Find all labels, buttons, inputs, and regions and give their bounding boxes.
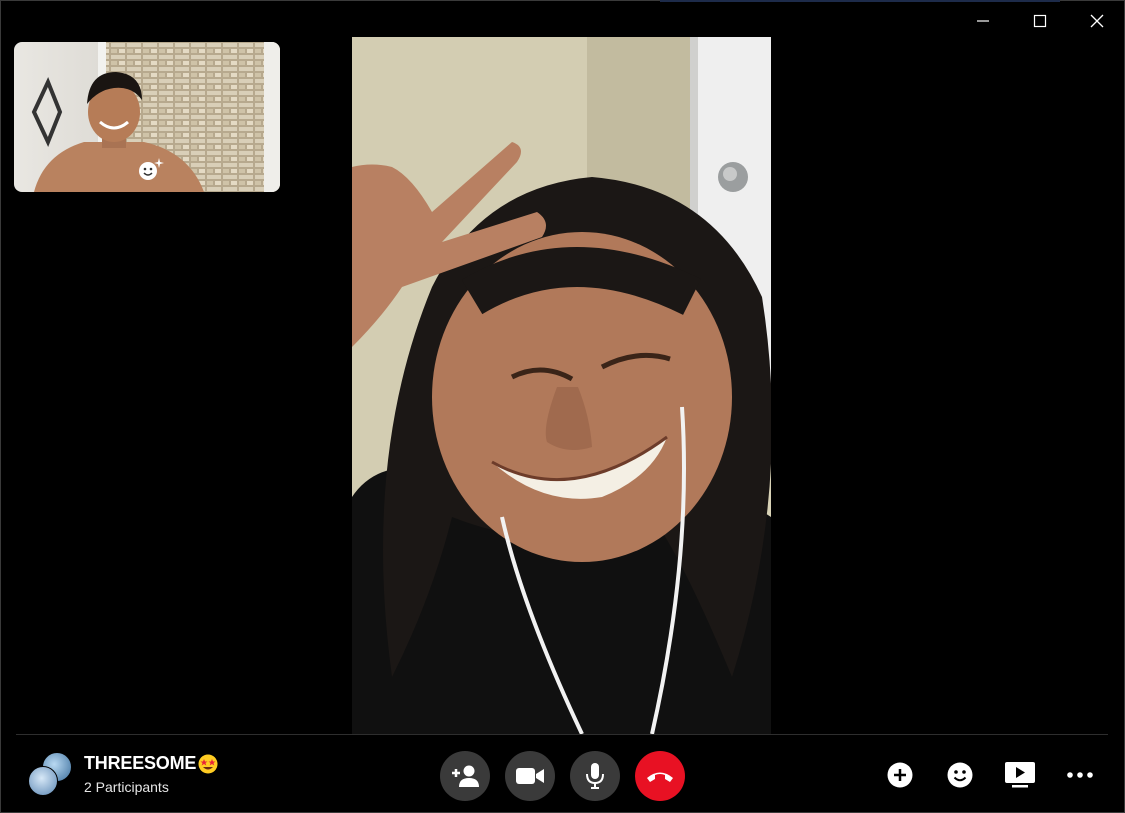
secondary-controls <box>880 755 1100 795</box>
call-text: THREESOME 2 Participants <box>84 753 218 795</box>
emoji-button[interactable] <box>940 755 980 795</box>
end-call-icon <box>647 772 673 782</box>
add-participant-button[interactable] <box>440 751 490 801</box>
window-controls <box>954 2 1125 40</box>
star-struck-emoji-icon <box>198 754 218 773</box>
microphone-icon <box>586 763 604 789</box>
maximize-button[interactable] <box>1011 2 1068 40</box>
bottom-divider <box>16 734 1108 735</box>
end-call-button[interactable] <box>635 751 685 801</box>
minimize-button[interactable] <box>954 2 1011 40</box>
call-info: THREESOME 2 Participants <box>28 752 218 796</box>
add-icon <box>887 762 913 788</box>
close-button[interactable] <box>1068 2 1125 40</box>
minimize-icon <box>976 20 989 22</box>
participants-count: 2 Participants <box>84 779 169 795</box>
group-avatar[interactable] <box>28 752 72 796</box>
emoji-icon <box>947 762 973 788</box>
share-screen-button[interactable] <box>1000 755 1040 795</box>
call-controls <box>440 751 685 801</box>
share-screen-icon <box>1005 762 1035 788</box>
avatar <box>28 766 58 796</box>
more-button[interactable] <box>1060 755 1100 795</box>
mute-button[interactable] <box>570 751 620 801</box>
more-icon <box>1067 772 1093 778</box>
effects-smiley-icon[interactable] <box>137 156 165 184</box>
self-video-preview[interactable] <box>14 42 280 192</box>
close-icon <box>1090 14 1103 28</box>
add-participant-icon <box>452 765 479 787</box>
maximize-icon <box>1033 14 1046 28</box>
remote-video-frame <box>352 37 771 734</box>
video-toggle-button[interactable] <box>505 751 555 801</box>
video-camera-icon <box>516 768 544 784</box>
call-title: THREESOME <box>84 753 218 774</box>
remote-video[interactable] <box>352 37 771 734</box>
call-title-text: THREESOME <box>84 753 197 773</box>
add-button[interactable] <box>880 755 920 795</box>
